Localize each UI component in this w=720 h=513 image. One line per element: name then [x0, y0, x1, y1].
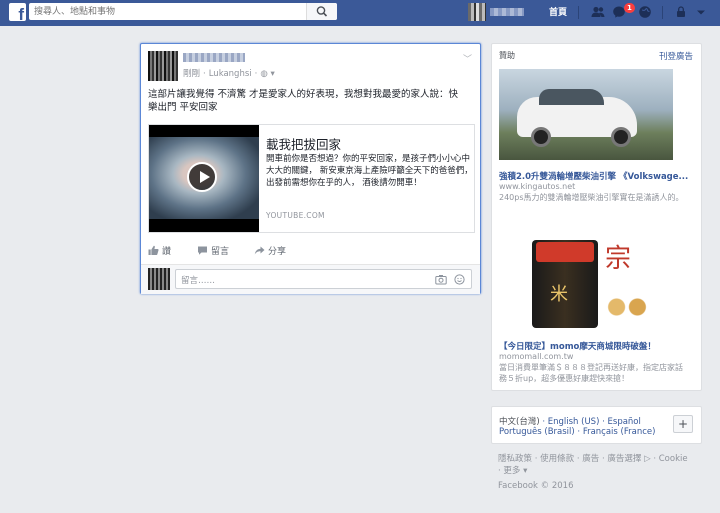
add-language-button[interactable]: +	[673, 415, 693, 433]
account-menu-icon[interactable]	[694, 5, 708, 19]
privacy-lock-icon[interactable]	[674, 5, 688, 19]
language-option[interactable]: English (US)	[548, 417, 600, 427]
ad-url[interactable]: momomall.com.tw	[499, 352, 573, 361]
comment-input[interactable]: 留言……	[175, 269, 472, 289]
post-options-chevron-icon[interactable]: ﹀	[463, 52, 472, 65]
ad-description: 當日消費單筆滿＄８８８登記再送好康，指定店家話務５折up，超多優惠好康趕快來搶！	[499, 363, 683, 383]
profile-avatar[interactable]	[468, 3, 486, 21]
sponsored-panel: 贊助 刊登廣告 強積2.0升雙渦輪增壓柴油引擎 《Volkswage... ww…	[491, 43, 702, 391]
footer-link[interactable]: Cookie	[659, 454, 688, 464]
share-arrow-icon	[254, 246, 265, 255]
language-selector: 中文(台灣) · English (US) · Español Portuguê…	[491, 406, 702, 444]
link-description: 開車前你是否想過？你的平安回家，是孩子們小小心中 大大的關鍵， 新安東京海上產險…	[266, 154, 473, 188]
car-window	[539, 89, 604, 105]
comment-composer: 留言……	[141, 264, 480, 294]
link-domain: YOUTUBE.COM	[266, 211, 325, 220]
thumbs-up-icon	[148, 245, 159, 255]
car-wheel	[531, 127, 551, 147]
post-timestamp[interactable]: 剛剛	[183, 69, 200, 79]
footer-link[interactable]: 廣告選擇	[607, 454, 641, 464]
notification-badge: 1	[624, 3, 635, 13]
ad-title[interactable]: 強積2.0升雙渦輪增壓柴油引擎 《Volkswage...	[499, 170, 688, 182]
create-ad-link[interactable]: 刊登廣告	[659, 50, 693, 62]
author-name-blurred[interactable]	[183, 53, 245, 62]
red-calligraphy-graphic: 宗	[605, 244, 632, 274]
bag-graphic: 米	[550, 284, 568, 305]
ad-description: 240ps馬力的雙渦輪增壓柴油引擎實在是滿誘人的。	[499, 193, 684, 202]
post-body-text: 這部片讓我覺得 不濟驚 才是愛家人的好表現，我想對我最愛的家人說：快樂出門 平安…	[148, 89, 459, 113]
ad-image-snack[interactable]: 米 宗	[517, 234, 657, 330]
audience-globe-icon[interactable]: ◍ ▾	[260, 69, 274, 79]
car-wheel	[611, 127, 631, 147]
commenter-avatar	[148, 268, 170, 290]
share-label: 分享	[268, 247, 287, 257]
home-link[interactable]: 首頁	[549, 5, 567, 18]
post-actions: 讚 留言 分享	[148, 244, 475, 258]
author-avatar[interactable]	[148, 51, 178, 81]
current-language: 中文(台灣)	[499, 417, 540, 427]
search-bar	[29, 3, 337, 20]
camera-icon[interactable]	[435, 274, 447, 285]
ad-image-car[interactable]	[499, 69, 673, 160]
emoji-icon[interactable]	[454, 274, 465, 285]
footer-link[interactable]: 隱私政策	[498, 454, 532, 464]
nav-divider	[662, 6, 663, 19]
language-row: Português (Brasil) · Français (France)	[499, 427, 656, 437]
comment-button[interactable]: 留言	[197, 244, 229, 257]
ad-title[interactable]: 【今日限定】momo摩天商城限時破盤！	[499, 340, 656, 352]
link-title[interactable]: 載我把拔回家	[266, 134, 341, 153]
snack-pieces	[601, 292, 653, 322]
like-button[interactable]: 讚	[148, 244, 171, 257]
comment-label: 留言	[211, 247, 230, 257]
copyright: Facebook © 2016	[498, 481, 574, 491]
search-icon	[316, 6, 328, 17]
bag-label	[536, 242, 594, 262]
like-label: 讚	[162, 247, 172, 257]
footer-more: · 更多 ▾	[498, 466, 528, 476]
comment-placeholder: 留言……	[181, 276, 216, 286]
play-icon[interactable]	[187, 162, 217, 192]
footer-links: 隱私政策 · 使用條款 · 廣告 · 廣告選擇 ▷ · Cookie	[498, 454, 688, 464]
post-location[interactable]: Lukanghsi	[209, 69, 252, 79]
video-thumbnail[interactable]	[149, 125, 259, 232]
language-row: 中文(台灣) · English (US) · Español	[499, 417, 641, 427]
language-option[interactable]: Français (France)	[583, 427, 656, 437]
snack-bag: 米	[532, 240, 598, 328]
chevron-down-icon[interactable]: ▾	[520, 466, 527, 476]
nav-divider	[578, 6, 579, 19]
search-button[interactable]	[306, 3, 337, 20]
sponsored-header: 贊助	[499, 51, 515, 60]
friend-requests-icon[interactable]	[591, 5, 605, 19]
profile-name-blurred[interactable]	[490, 8, 524, 16]
ad-choices-icon[interactable]: ▷	[641, 454, 651, 464]
globe-notifications-icon[interactable]	[638, 5, 652, 19]
facebook-logo[interactable]: f	[9, 3, 26, 24]
language-option[interactable]: Español	[608, 417, 641, 427]
post-meta: 剛剛 · Lukanghsi · ◍ ▾	[183, 69, 275, 79]
top-navigation-bar: f 首頁 1	[0, 0, 720, 26]
language-option[interactable]: Português (Brasil)	[499, 427, 575, 437]
ad-url[interactable]: www.kingautos.net	[499, 182, 575, 191]
comment-icon	[198, 246, 207, 255]
post-composer-preview: 剛剛 · Lukanghsi · ◍ ▾ ﹀ 這部片讓我覺得 不濟驚 才是愛家人的好表現…	[140, 43, 481, 294]
footer-link[interactable]: 廣告	[582, 454, 599, 464]
more-link[interactable]: 更多	[503, 466, 520, 476]
facebook-logo-letter: f	[18, 5, 24, 24]
footer-link[interactable]: 使用條款	[540, 454, 574, 464]
share-button[interactable]: 分享	[254, 244, 286, 257]
link-preview-card[interactable]: 載我把拔回家 開車前你是否想過？你的平安回家，是孩子們小小心中 大大的關鍵， 新…	[148, 124, 475, 233]
search-input[interactable]	[34, 4, 304, 19]
